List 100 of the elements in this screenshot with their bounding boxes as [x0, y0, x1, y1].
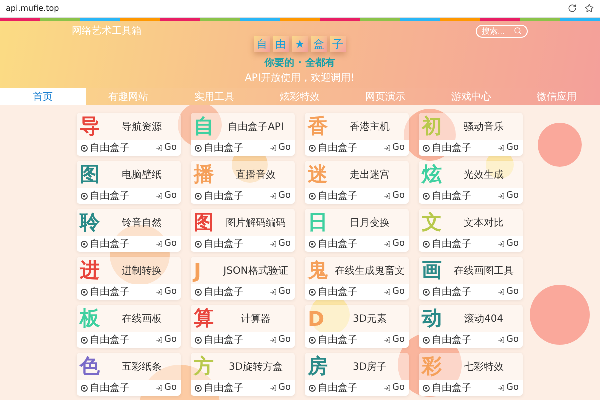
card-author: 自由盒子 — [318, 190, 358, 203]
login-icon — [384, 336, 391, 344]
card-title: 走出迷宫 — [349, 168, 391, 182]
card-author: 自由盒子 — [432, 142, 472, 155]
card-glyph: 文 — [422, 209, 443, 236]
card-title: 3D房子 — [352, 360, 388, 374]
login-icon — [384, 288, 391, 296]
search-bar[interactable]: 搜索... — [476, 24, 528, 38]
card-glyph: 进 — [80, 257, 101, 284]
go-link[interactable]: Go — [498, 143, 519, 153]
card-author: 自由盒子 — [90, 238, 130, 251]
login-icon — [156, 144, 163, 152]
card-title: 香港主机 — [349, 120, 391, 134]
card-glyph: 算 — [194, 305, 215, 332]
refresh-icon[interactable] — [568, 4, 577, 13]
card-author: 自由盒子 — [204, 142, 244, 155]
login-icon — [156, 192, 163, 200]
card-title: 铃音自然 — [121, 216, 163, 230]
card-author: 自由盒子 — [90, 190, 130, 203]
ball-icon — [195, 384, 202, 392]
go-link[interactable]: Go — [498, 287, 519, 297]
ball-icon — [195, 288, 202, 296]
go-link[interactable]: Go — [270, 335, 291, 345]
login-icon — [270, 144, 277, 152]
card-author: 自由盒子 — [204, 190, 244, 203]
card-author: 自由盒子 — [204, 334, 244, 347]
go-link[interactable]: Go — [498, 239, 519, 249]
card-glyph: J — [194, 258, 202, 282]
logo-tile: 由 — [273, 36, 289, 52]
login-icon — [498, 240, 505, 248]
ball-icon — [195, 240, 202, 248]
star-icon[interactable] — [585, 4, 594, 13]
card-glyph: 图 — [80, 161, 101, 188]
site-title: 网络艺术工具箱 — [72, 24, 142, 38]
ball-icon — [309, 240, 316, 248]
go-link[interactable]: Go — [498, 383, 519, 393]
card-glyph: D — [308, 306, 326, 330]
go-link[interactable]: Go — [384, 143, 405, 153]
login-icon — [384, 144, 391, 152]
nav-tab[interactable]: 首页 — [0, 88, 86, 105]
go-link[interactable]: Go — [384, 335, 405, 345]
card-title: 电脑壁纸 — [121, 168, 163, 182]
ball-icon — [309, 288, 316, 296]
card-author: 自由盒子 — [432, 286, 472, 299]
card-glyph: 图 — [194, 209, 215, 236]
ball-icon — [423, 240, 430, 248]
go-link[interactable]: Go — [156, 335, 177, 345]
go-link[interactable]: Go — [384, 287, 405, 297]
card-author: 自由盒子 — [318, 142, 358, 155]
card-author: 自由盒子 — [318, 382, 358, 395]
card-author: 自由盒子 — [432, 238, 472, 251]
card-title: 文本对比 — [463, 216, 505, 230]
go-link[interactable]: Go — [384, 239, 405, 249]
card-title: 图片解码编码 — [225, 216, 287, 230]
card-title: 3D元素 — [352, 312, 388, 326]
card-author: 自由盒子 — [318, 334, 358, 347]
card-glyph: 炫 — [422, 161, 443, 188]
go-link[interactable]: Go — [384, 383, 405, 393]
card-author: 自由盒子 — [204, 286, 244, 299]
card-glyph: 彩 — [422, 353, 443, 380]
ball-icon — [81, 144, 88, 152]
card-glyph: 自 — [194, 113, 215, 140]
login-icon — [270, 384, 277, 392]
card-title: 日月变换 — [349, 216, 391, 230]
go-link[interactable]: Go — [384, 191, 405, 201]
go-link[interactable]: Go — [270, 143, 291, 153]
ball-icon — [81, 288, 88, 296]
go-link[interactable]: Go — [270, 239, 291, 249]
go-link[interactable]: Go — [498, 335, 519, 345]
card-glyph: 导 — [80, 113, 101, 140]
go-link[interactable]: Go — [270, 383, 291, 393]
ball-icon — [309, 192, 316, 200]
go-link[interactable]: Go — [156, 239, 177, 249]
login-icon — [498, 384, 505, 392]
card-author: 自由盒子 — [318, 238, 358, 251]
go-link[interactable]: Go — [156, 143, 177, 153]
go-link[interactable]: Go — [156, 287, 177, 297]
go-link[interactable]: Go — [156, 383, 177, 393]
card-author: 自由盒子 — [90, 142, 130, 155]
card-glyph: 方 — [194, 353, 215, 380]
go-link[interactable]: Go — [270, 287, 291, 297]
go-link[interactable]: Go — [156, 191, 177, 201]
card-title: 七彩特效 — [463, 360, 505, 374]
ball-icon — [309, 144, 316, 152]
login-icon — [498, 192, 505, 200]
card-title: JSON格式验证 — [222, 264, 290, 278]
card-author: 自由盒子 — [432, 382, 472, 395]
login-icon — [156, 240, 163, 248]
ball-icon — [309, 336, 316, 344]
ball-icon — [423, 192, 430, 200]
card-title: 3D旋转方盒 — [228, 360, 284, 374]
card-glyph: 鬼 — [308, 257, 329, 284]
login-icon — [270, 240, 277, 248]
card-author: 自由盒子 — [204, 382, 244, 395]
card-title: 计算器 — [240, 312, 272, 326]
go-link[interactable]: Go — [498, 191, 519, 201]
search-field[interactable]: 搜索... — [482, 26, 512, 36]
go-link[interactable]: Go — [270, 191, 291, 201]
card-author: 自由盒子 — [432, 334, 472, 347]
card-author: 自由盒子 — [432, 190, 472, 203]
